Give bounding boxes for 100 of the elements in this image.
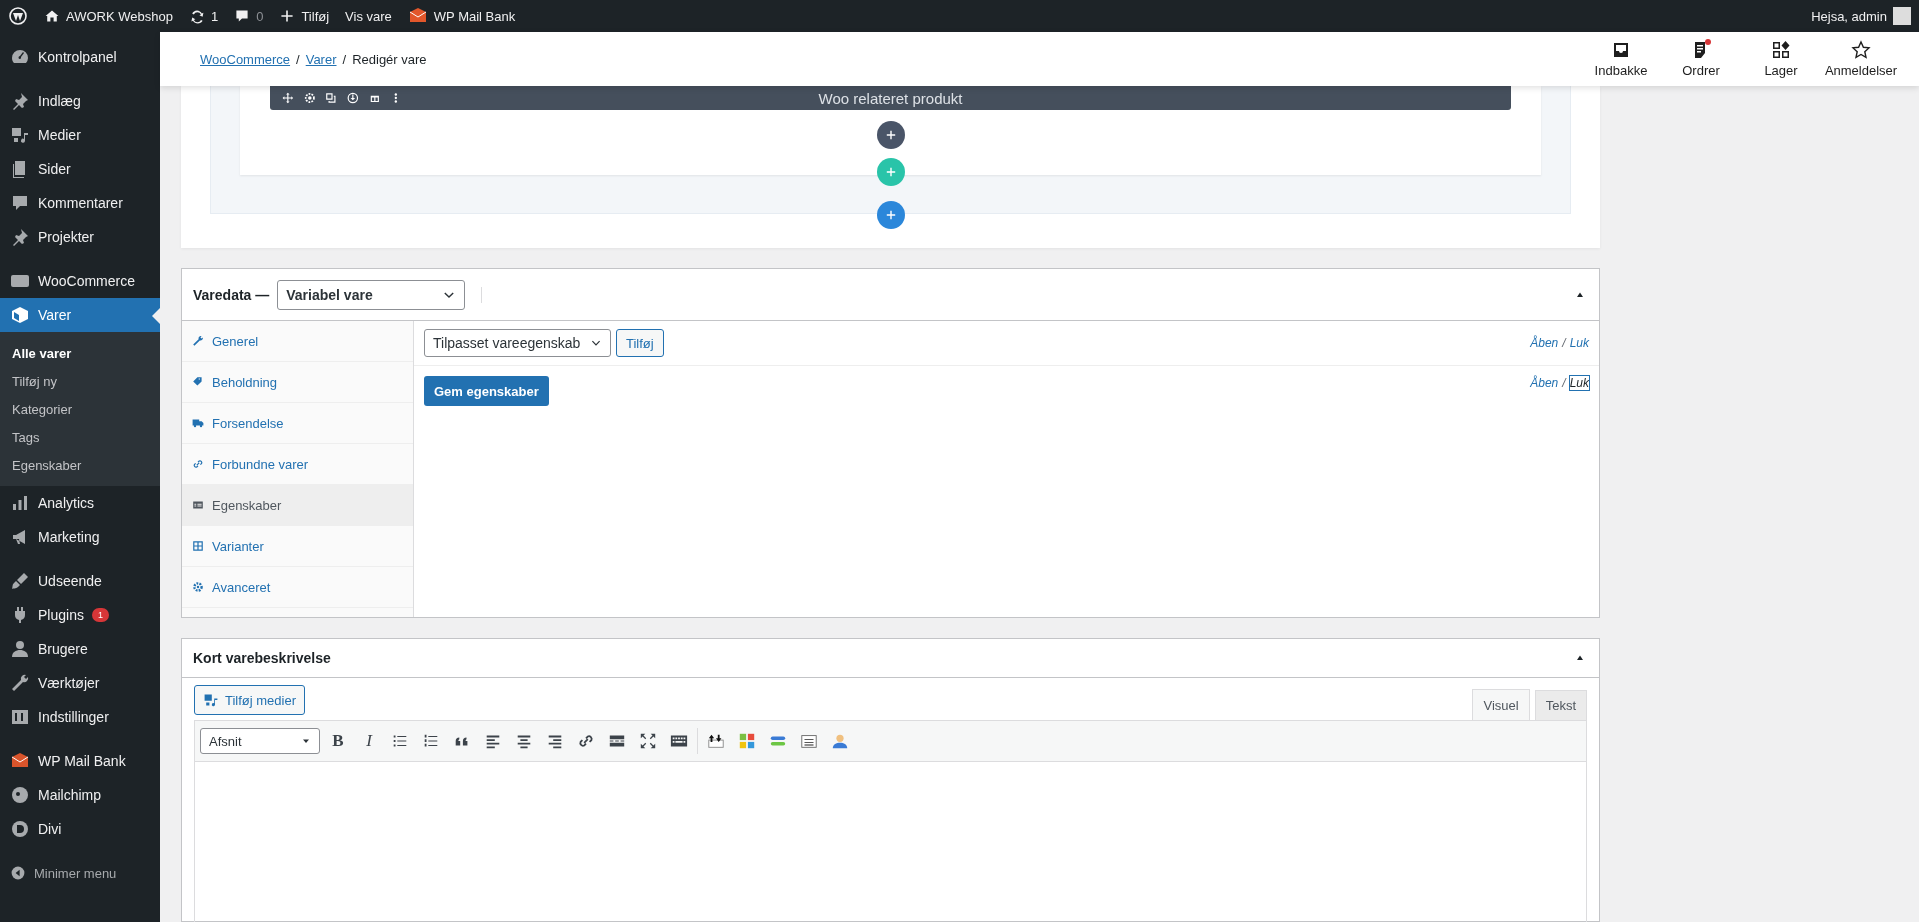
header-action[interactable]: Indbakke: [1581, 39, 1661, 79]
product-data-tab[interactable]: Generel: [182, 321, 413, 362]
collapse-triangle-icon[interactable]: [1575, 653, 1585, 663]
add-attribute-button[interactable]: Tilføj: [616, 329, 664, 357]
editor-tab[interactable]: Tekst: [1534, 690, 1587, 720]
product-data-tab[interactable]: Varianter: [182, 526, 413, 567]
italic-button[interactable]: I: [356, 728, 382, 754]
separator-text: /: [1562, 376, 1566, 390]
menu-item[interactable]: Kontrolpanel: [0, 40, 160, 74]
box-icon: [10, 305, 30, 325]
duplicate-icon[interactable]: [325, 91, 337, 105]
expand-link[interactable]: Åben: [1530, 336, 1559, 350]
product-data-tab[interactable]: Forsendelse: [182, 403, 413, 444]
new-link[interactable]: Tilføj: [301, 8, 330, 24]
menu-item[interactable]: Indstillinger: [0, 700, 160, 734]
add-button[interactable]: [876, 201, 905, 229]
breadcrumb-separator: /: [296, 51, 300, 67]
menu-item[interactable]: Varer: [0, 298, 160, 332]
product-type-select[interactable]: Variabel vare: [277, 279, 466, 310]
menu-item[interactable]: Brugere: [0, 632, 160, 666]
star-icon: [1851, 40, 1871, 60]
breadcrumb-link[interactable]: Varer: [305, 51, 337, 67]
tag-icon: [192, 376, 204, 388]
submenu-item[interactable]: Tilføj ny: [0, 367, 160, 395]
refresh-icon: [188, 8, 205, 24]
greeting-link[interactable]: Hejsa, admin: [1811, 8, 1887, 24]
site-name-link[interactable]: AWORK Webshop: [66, 8, 173, 24]
menu-item[interactable]: Værktøjer: [0, 666, 160, 700]
header-action[interactable]: Lager: [1741, 39, 1821, 79]
collapse-icon: [10, 865, 26, 881]
menu-item[interactable]: Medier: [0, 118, 160, 152]
view-link[interactable]: Vis vare: [345, 8, 392, 24]
breadcrumb-link[interactable]: WooCommerce: [200, 51, 291, 67]
menu-item[interactable]: Projekter: [0, 220, 160, 254]
menu-item[interactable]: Plugins 1: [0, 598, 160, 632]
media-icon: [10, 125, 30, 145]
count-badge: 1: [91, 608, 109, 622]
menu-item[interactable]: Analytics: [0, 486, 160, 520]
submenu-item[interactable]: Kategorier: [0, 395, 160, 423]
submenu-item[interactable]: Tags: [0, 423, 160, 451]
menu-item[interactable]: Divi: [0, 812, 160, 846]
submenu-item[interactable]: Egenskaber: [0, 451, 160, 479]
person-icon: [831, 732, 849, 750]
comment-icon: [234, 8, 251, 24]
menu-item[interactable]: Kommentarer: [0, 186, 160, 220]
save-attributes-button[interactable]: Gem egenskaber: [424, 376, 549, 406]
product-data-tab[interactable]: Egenskaber: [182, 485, 413, 526]
submenu-item[interactable]: Alle varer: [0, 339, 160, 367]
collapse-menu-button[interactable]: Minimer menu: [0, 856, 160, 890]
inbox-icon: [1611, 40, 1631, 60]
wrench-icon: [10, 673, 30, 693]
plugin-link[interactable]: WP Mail Bank: [433, 8, 516, 24]
link-icon: [192, 458, 204, 470]
menu-item[interactable]: Sider: [0, 152, 160, 186]
download-icon[interactable]: [347, 91, 359, 105]
editor-tab[interactable]: Visuel: [1472, 689, 1530, 720]
breadcrumb-current: Redigér vare: [352, 51, 427, 67]
gear-icon: [192, 581, 204, 593]
bold-button[interactable]: B: [325, 728, 351, 754]
truck-icon: [192, 417, 204, 429]
collapse-link[interactable]: Luk: [1569, 336, 1589, 350]
format-select[interactable]: Afsnit: [200, 728, 320, 754]
user-icon: [10, 639, 30, 659]
module-title: Woo relateret produkt: [818, 89, 963, 107]
home-icon: [44, 8, 60, 24]
move-icon[interactable]: [282, 91, 294, 105]
menu-item[interactable]: Udseende: [0, 564, 160, 598]
add-media-button[interactable]: Tilføj medier: [194, 685, 306, 715]
editor-area[interactable]: Afsnit B I: [194, 720, 1587, 922]
expand-link[interactable]: Åben: [1530, 376, 1559, 390]
product-data-tab[interactable]: Beholdning: [182, 362, 413, 403]
menu-item[interactable]: WP Mail Bank: [0, 744, 160, 778]
grid-icon: [1771, 40, 1791, 60]
media-icon: [203, 692, 219, 708]
comments-count[interactable]: 0: [256, 8, 264, 24]
wrench-icon: [192, 335, 204, 347]
color-blocks-icon: [738, 732, 756, 750]
separator-text: /: [1562, 336, 1566, 350]
breadcrumb-separator: /: [342, 51, 347, 67]
grid-icon: [192, 540, 204, 552]
plus-icon: [279, 8, 296, 24]
attribute-select[interactable]: Tilpasset vareegenskab: [424, 329, 611, 357]
product-data-tab[interactable]: Avanceret: [182, 567, 413, 608]
menu-item[interactable]: Indlæg: [0, 84, 160, 118]
note-icon: [800, 732, 818, 750]
sliders-icon: [10, 707, 30, 727]
brush-icon: [10, 571, 30, 591]
header-action[interactable]: Anmeldelser: [1821, 39, 1901, 79]
header-action[interactable]: Ordrer: [1661, 39, 1741, 79]
menu-item[interactable]: Marketing: [0, 520, 160, 554]
menu-item[interactable]: WooCommerce: [0, 264, 160, 298]
settings-icon[interactable]: [303, 91, 316, 105]
collapse-link[interactable]: Luk: [1569, 376, 1589, 390]
menu-item[interactable]: Mailchimp: [0, 778, 160, 812]
bar-chart-icon: [10, 493, 30, 513]
fullscreen-icon: [639, 732, 657, 750]
updates-count[interactable]: 1: [210, 8, 219, 24]
link-icon: [577, 732, 595, 750]
upload-icon: [707, 732, 725, 750]
list-icon: [192, 499, 204, 511]
